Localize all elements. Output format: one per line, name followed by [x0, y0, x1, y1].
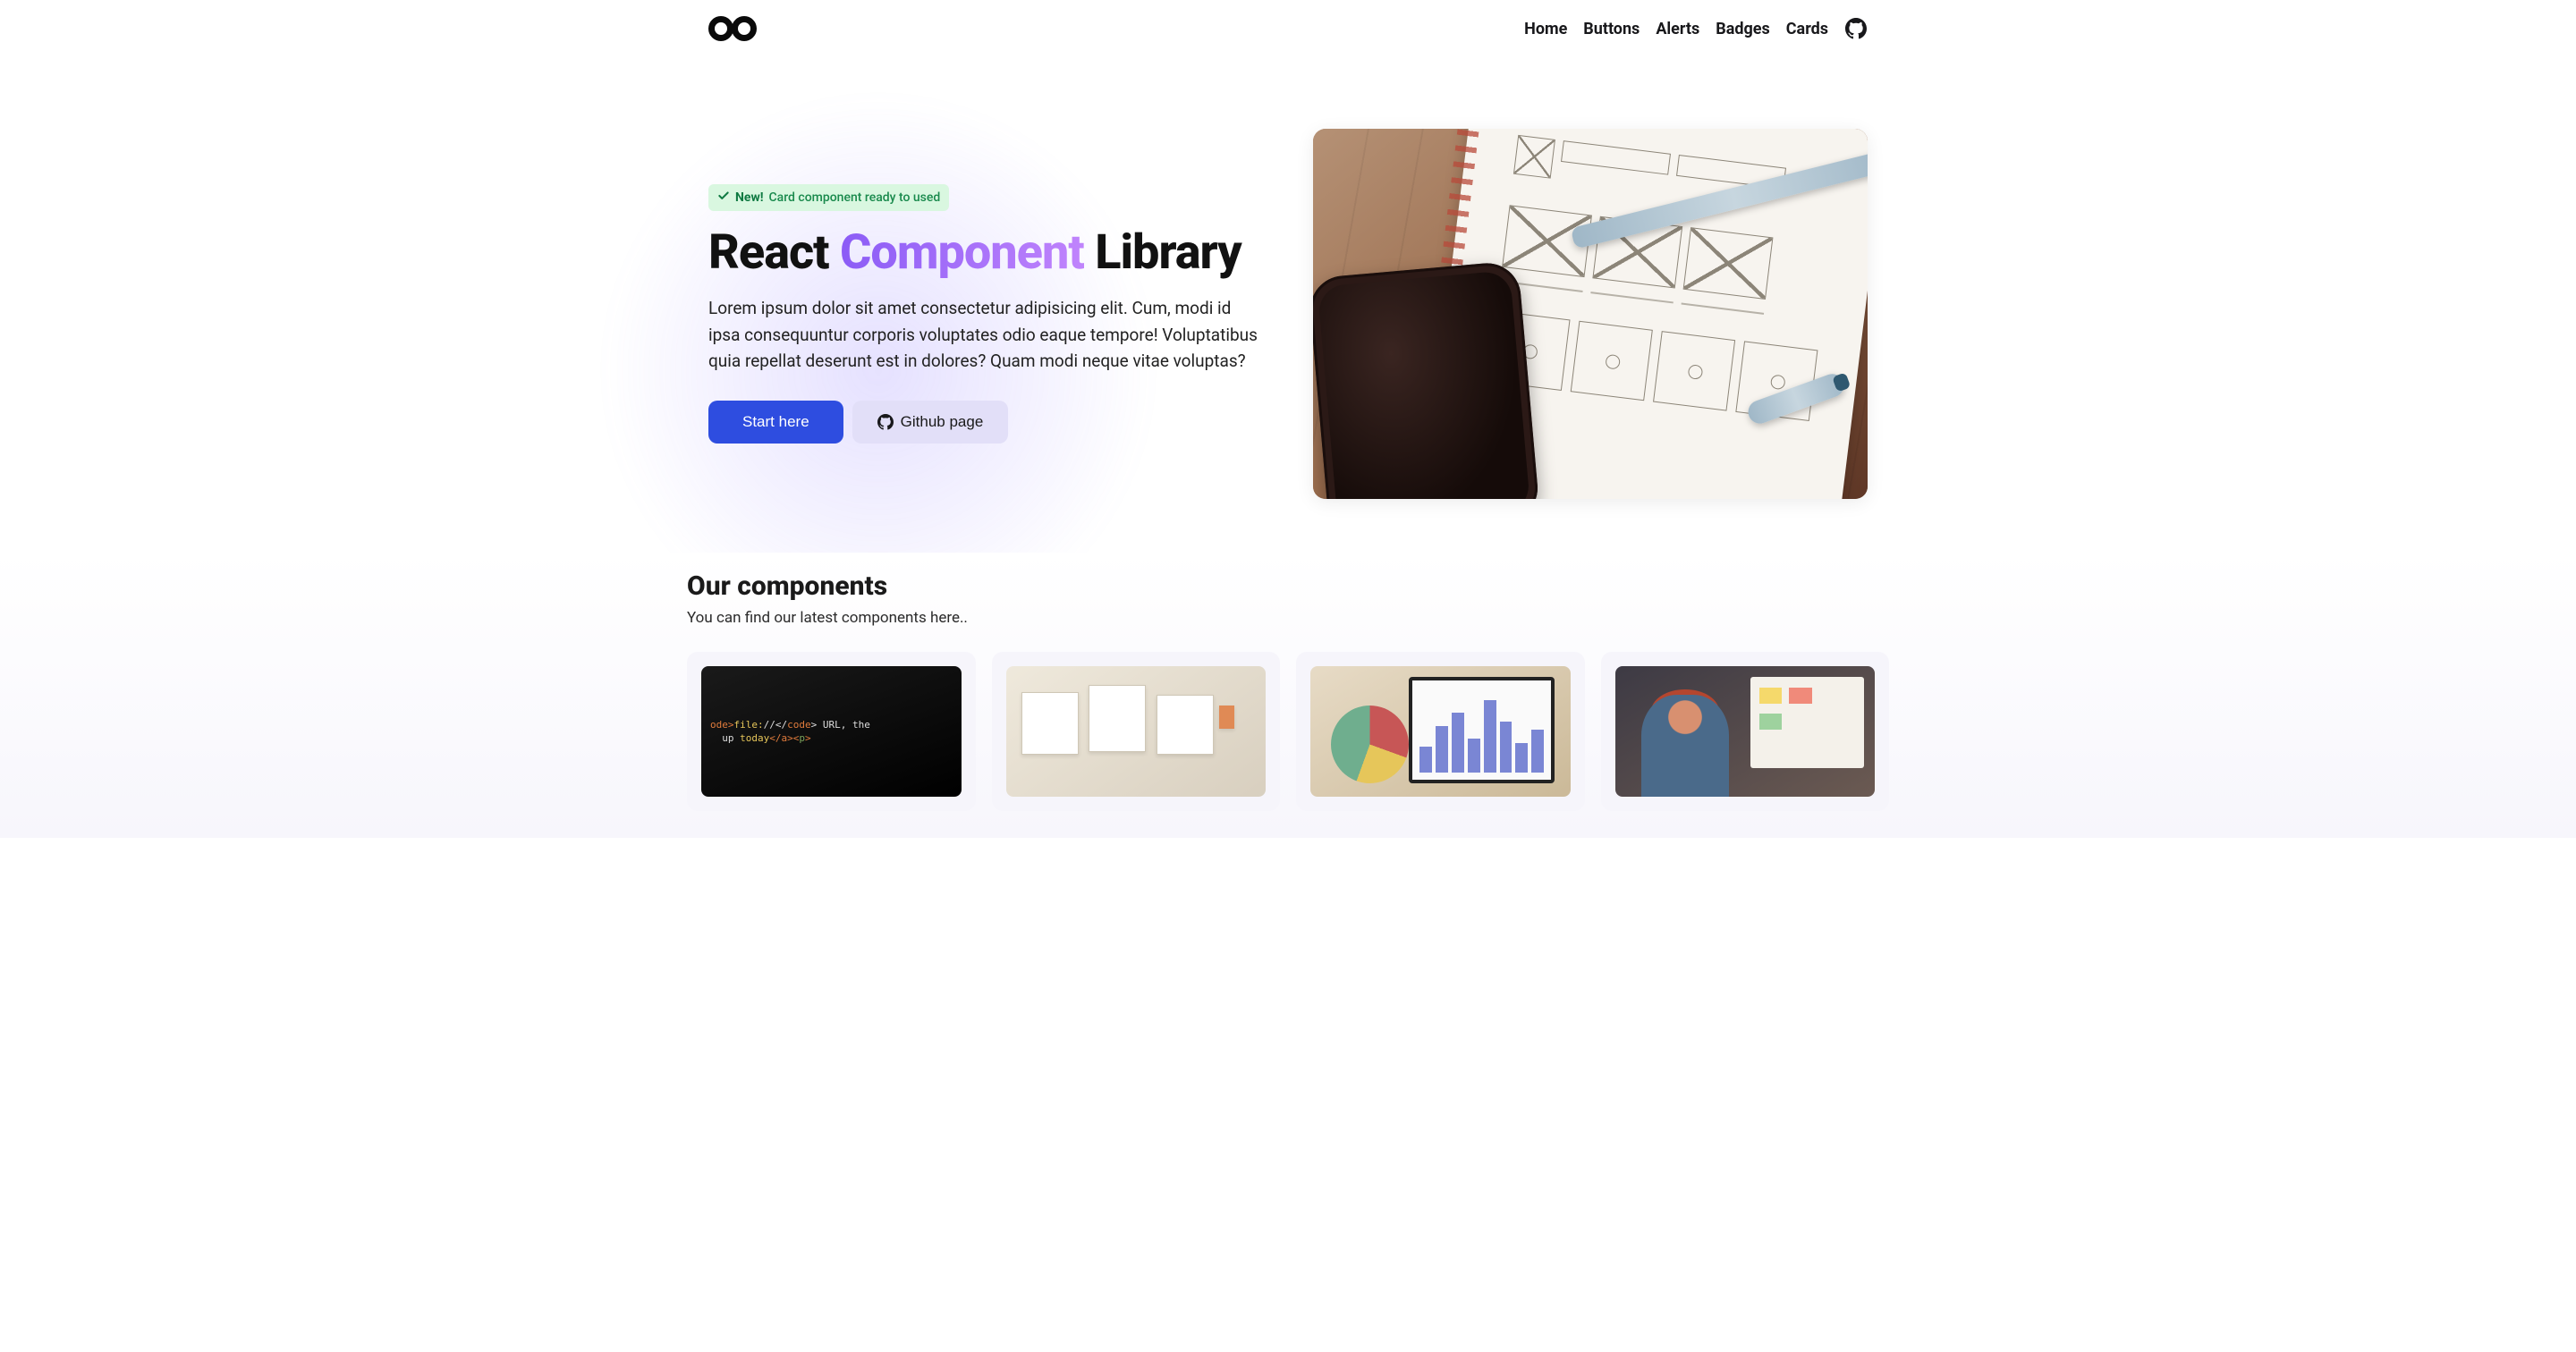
component-card[interactable]: [1601, 652, 1890, 810]
phone-illustration: [1313, 261, 1540, 500]
navbar: Home Buttons Alerts Badges Cards: [708, 0, 1868, 57]
logo[interactable]: [708, 16, 757, 41]
github-icon: [877, 414, 894, 430]
title-part-1: React: [708, 224, 829, 281]
hero-description: Lorem ipsum dolor sit amet consectetur a…: [708, 295, 1263, 374]
hero-image: [1313, 129, 1868, 499]
github-page-label: Github page: [901, 413, 984, 431]
components-section: Our components You can find our latest c…: [687, 553, 1889, 837]
check-icon: [717, 190, 730, 206]
hero-actions: Start here Github page: [708, 401, 1263, 444]
badge-new-label: New!: [735, 190, 764, 205]
start-here-button[interactable]: Start here: [708, 401, 843, 444]
component-cards: ode>file://</code> URL, the up today</a>…: [687, 652, 1889, 810]
card-thumbnail-team: [1615, 666, 1876, 796]
hero-content: New! Card component ready to used React …: [708, 184, 1263, 444]
title-part-2: Component: [840, 224, 1084, 281]
badge-message: Card component ready to used: [769, 190, 941, 205]
component-card[interactable]: [1296, 652, 1585, 810]
nav-alerts[interactable]: Alerts: [1656, 20, 1699, 38]
nav-buttons[interactable]: Buttons: [1583, 20, 1640, 38]
github-link[interactable]: [1844, 17, 1868, 40]
github-icon: [1845, 18, 1867, 39]
component-card[interactable]: [992, 652, 1281, 810]
new-badge: New! Card component ready to used: [708, 184, 949, 211]
logo-circle-icon: [708, 16, 733, 41]
card-thumbnail-dashboard: [1310, 666, 1571, 796]
section-title: Our components: [687, 570, 1889, 602]
hero: New! Card component ready to used React …: [708, 57, 1868, 553]
card-thumbnail-code: ode>file://</code> URL, the up today</a>…: [701, 666, 962, 796]
hero-title: React Component Library: [708, 227, 1263, 279]
title-part-3: Library: [1095, 224, 1241, 281]
card-thumbnail-desk: [1006, 666, 1267, 796]
component-card[interactable]: ode>file://</code> URL, the up today</a>…: [687, 652, 976, 810]
nav-links: Home Buttons Alerts Badges Cards: [1524, 17, 1868, 40]
nav-badges[interactable]: Badges: [1716, 20, 1770, 38]
logo-circle-icon: [732, 16, 757, 41]
github-page-button[interactable]: Github page: [852, 401, 1009, 444]
section-subtitle: You can find our latest components here.…: [687, 609, 1889, 627]
nav-home[interactable]: Home: [1524, 20, 1567, 38]
nav-cards[interactable]: Cards: [1786, 20, 1828, 38]
